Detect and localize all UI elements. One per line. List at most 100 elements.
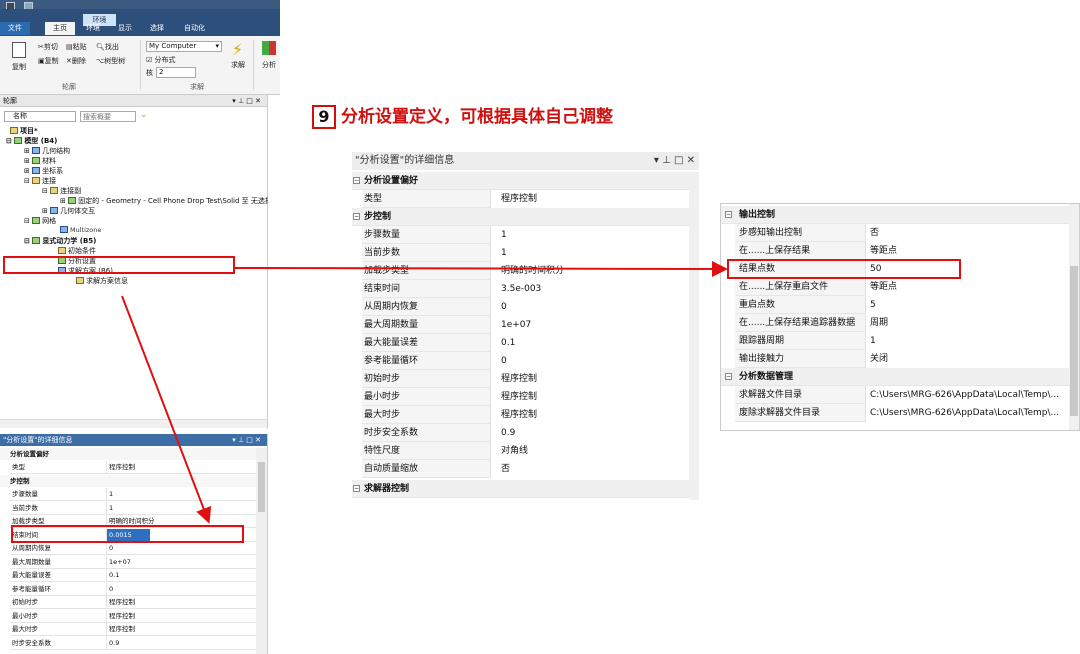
analysis-button[interactable]: 分析 [262, 60, 276, 70]
duplicate-icon[interactable] [12, 42, 26, 58]
name-filter[interactable]: 名称 [4, 111, 76, 122]
solve-button[interactable]: 求解 [231, 60, 245, 70]
detail-row[interactable]: 最大周期数量 1e+07 [10, 555, 256, 569]
detail-value[interactable]: C:\Users\MRG-626\AppData\Local\Temp\... [865, 386, 1069, 404]
tree-item-multizone[interactable]: Multizone [60, 226, 101, 234]
tree-item-solution-info[interactable]: 求解方案信息 [76, 276, 128, 286]
detail-value[interactable]: 1 [106, 501, 113, 515]
detail-value[interactable]: 1e+07 [106, 555, 131, 569]
tab-home[interactable]: 主页 [45, 22, 75, 35]
detail-value[interactable]: 0.1 [106, 569, 119, 582]
distributed-checkbox[interactable]: ☑ 分布式 [146, 55, 176, 65]
detail-value[interactable]: 周期 [865, 314, 1069, 332]
detail-row[interactable]: 最大时步 程序控制 [10, 623, 256, 636]
detail-row[interactable]: 最小时步 程序控制 [362, 388, 689, 406]
group-step-controls[interactable]: 步控制 [0, 475, 256, 487]
detail-value[interactable]: 否 [865, 224, 1069, 242]
detail-row[interactable]: 自动质量缩放 否 [362, 460, 689, 478]
detail-value[interactable]: 程序控制 [106, 609, 135, 623]
detail-row[interactable]: 最小时步 程序控制 [10, 609, 256, 623]
detail-row[interactable]: 最大时步 程序控制 [362, 406, 689, 424]
tab-automation[interactable]: 自动化 [176, 22, 213, 35]
detail-value[interactable]: 0 [490, 298, 689, 316]
detail-value[interactable]: 1 [490, 244, 689, 262]
detail-value[interactable]: 程序控制 [490, 406, 689, 424]
group-solver-controls[interactable]: − 求解器控制 [352, 480, 689, 498]
detail-value[interactable]: 1 [490, 226, 689, 244]
tree-button[interactable]: ⌥树型树 [96, 56, 125, 66]
detail-value[interactable]: 程序控制 [106, 461, 135, 474]
outline-search-input[interactable] [80, 111, 136, 122]
copy-button[interactable]: ▣复制 [38, 56, 59, 66]
tab-select[interactable]: 选择 [142, 22, 172, 35]
paste-button[interactable]: ▤粘贴 [66, 42, 87, 52]
group-data-management[interactable]: − 分析数据管理 [721, 368, 1069, 386]
detail-row[interactable]: 输出接触力 关闭 [735, 350, 1069, 368]
tree-item-model[interactable]: ⊟ 模型 (B4) [6, 136, 57, 146]
analysis-icon[interactable] [262, 41, 276, 55]
detail-value[interactable]: 程序控制 [106, 596, 135, 609]
detail-row[interactable]: 重启点数 5 [735, 296, 1069, 314]
tree-item-mesh[interactable]: ⊟ 网格 [24, 216, 56, 226]
detail-row[interactable]: 步感知输出控制 否 [735, 224, 1069, 242]
vertical-scrollbar[interactable] [689, 172, 699, 500]
detail-row[interactable]: 时步安全系数 0.9 [362, 424, 689, 442]
group-output-controls[interactable]: − 输出控制 [721, 206, 1069, 224]
collapse-icon[interactable]: − [353, 177, 360, 184]
detail-value[interactable]: 关闭 [865, 350, 1069, 368]
detail-value[interactable]: 等距点 [865, 242, 1069, 260]
detail-value[interactable]: 3.5e-003 [490, 280, 689, 298]
tree-item-connections[interactable]: ⊟ 连接 [24, 176, 56, 186]
detail-value[interactable]: 0.9 [106, 636, 119, 650]
detail-value[interactable]: 0.1 [490, 334, 689, 352]
panel-controls-icon[interactable]: ▾ ⊥ □ ✕ [232, 434, 261, 446]
detail-row[interactable]: 当前步数 1 [10, 501, 256, 515]
detail-row[interactable]: 跟踪器周期 1 [735, 332, 1069, 350]
detail-row[interactable]: 在......上保存结果追踪器数据 周期 [735, 314, 1069, 332]
detail-row[interactable]: 从周期内恢复 0 [362, 298, 689, 316]
detail-value[interactable]: 程序控制 [490, 388, 689, 406]
tree-item-body-interactions[interactable]: ⊞ 几何体交互 [42, 206, 95, 216]
detail-row[interactable]: 废除求解器文件目录 C:\Users\MRG-626\AppData\Local\… [735, 404, 1069, 422]
detail-row[interactable]: 最大周期数量 1e+07 [362, 316, 689, 334]
detail-value[interactable]: 等距点 [865, 278, 1069, 296]
find-button[interactable]: 🔍︎找出 [96, 42, 119, 52]
detail-row[interactable]: 参考能量循环 0 [362, 352, 689, 370]
detail-value[interactable]: 1 [106, 488, 113, 501]
tree-item-initial-conditions[interactable]: 初始条件 [58, 246, 96, 256]
detail-row[interactable]: 时步安全系数 0.9 [10, 636, 256, 650]
vertical-scrollbar[interactable] [1069, 204, 1079, 430]
solve-icon[interactable]: ⚡ [232, 40, 243, 59]
detail-value[interactable]: 程序控制 [106, 623, 135, 636]
detail-row[interactable]: 步骤数量 1 [10, 488, 256, 501]
detail-value[interactable]: 0 [106, 542, 113, 555]
detail-value[interactable]: 5 [865, 296, 1069, 314]
detail-value[interactable]: 程序控制 [490, 190, 689, 208]
scrollbar-thumb[interactable] [258, 462, 265, 512]
detail-row[interactable]: 最大能量误差 0.1 [10, 569, 256, 582]
detail-row[interactable]: 从周期内恢复 0 [10, 542, 256, 555]
detail-row[interactable]: 结束时间 3.5e-003 [362, 280, 689, 298]
detail-value[interactable]: 对角线 [490, 442, 689, 460]
panel-controls-icon[interactable]: ▾ ⊥ □ ✕ [654, 152, 695, 170]
collapse-icon[interactable]: − [725, 211, 732, 218]
tree-item-joints[interactable]: ⊟ 连接副 [42, 186, 81, 196]
detail-value[interactable]: 明确的时间积分 [490, 262, 689, 280]
collapse-icon[interactable]: − [725, 373, 732, 380]
detail-row[interactable]: 求解器文件目录 C:\Users\MRG-626\AppData\Local\Te… [735, 386, 1069, 404]
horizontal-scrollbar[interactable] [0, 419, 267, 428]
tree-item-project[interactable]: 项目* [10, 126, 38, 136]
delete-button[interactable]: ✕删除 [66, 56, 86, 66]
panel-controls-icon[interactable]: ▾ ⊥ □ ✕ [232, 95, 261, 107]
tree-item-materials[interactable]: ⊞ 材料 [24, 156, 56, 166]
filter-chevron-icon[interactable]: ⌄ [140, 110, 148, 120]
cut-button[interactable]: ✂剪切 [38, 42, 58, 52]
detail-value[interactable]: 1e+07 [490, 316, 689, 334]
group-step-controls[interactable]: − 步控制 [352, 208, 689, 226]
detail-value[interactable]: 程序控制 [490, 370, 689, 388]
tab-environment[interactable]: 环境 [78, 22, 108, 35]
tree-item-coordinate-systems[interactable]: ⊞ 坐标系 [24, 166, 63, 176]
detail-row[interactable]: 在......上保存结果 等距点 [735, 242, 1069, 260]
group-analysis-preference[interactable]: − 分析设置偏好 [352, 172, 689, 190]
tab-display[interactable]: 显示 [110, 22, 140, 35]
